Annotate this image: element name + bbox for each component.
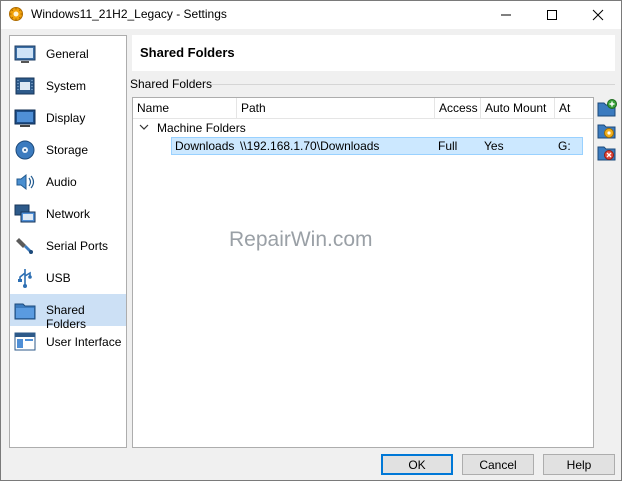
column-header-access[interactable]: Access [435,98,481,118]
shared-folders-tree[interactable]: Name Path Access Auto Mount At Machine F… [132,97,594,448]
add-folder-button[interactable] [597,98,617,118]
column-header-auto-mount[interactable]: Auto Mount [481,98,555,118]
sidebar-item-network[interactable]: Network [10,198,126,230]
sidebar-item-usb[interactable]: USB [10,262,126,294]
display-icon [14,107,36,129]
cell-path: \\192.168.1.70\Downloads [240,139,380,153]
settings-sidebar: General System Display Storage Audio Net… [9,35,127,448]
cell-name: Downloads [175,139,235,153]
sidebar-item-label: Display [46,111,86,125]
network-icon [14,203,36,225]
cancel-button[interactable]: Cancel [462,454,534,475]
column-header-path[interactable]: Path [237,98,435,118]
remove-folder-icon [597,146,616,161]
sidebar-item-display[interactable]: Display [10,102,126,134]
close-button[interactable] [575,1,621,29]
sidebar-item-label: Network [46,207,91,221]
sidebar-item-label: System [46,79,87,93]
page-header: Shared Folders [132,35,615,71]
system-icon [14,75,36,97]
sidebar-item-system[interactable]: System [10,70,126,102]
cell-auto-mount: Yes [484,139,504,153]
cell-at: G: [558,139,571,153]
table-row[interactable]: Downloads \\192.168.1.70\Downloads Full … [171,137,583,155]
sidebar-item-storage[interactable]: Storage [10,134,126,166]
column-header-name[interactable]: Name [133,98,237,118]
page-title: Shared Folders [140,45,235,60]
help-button[interactable]: Help [543,454,615,475]
sidebar-item-label: Storage [46,143,89,157]
minimize-button[interactable] [483,1,529,29]
virtualbox-app-icon [8,6,24,22]
sidebar-item-label: Serial Ports [46,239,109,253]
cell-access: Full [438,139,458,153]
sidebar-item-shared-folders[interactable]: Shared Folders [10,294,126,331]
edit-folder-icon [597,124,616,139]
title-bar[interactable]: Windows11_21H2_Legacy - Settings [1,1,621,29]
sidebar-item-label: USB [46,271,71,285]
settings-window: Windows11_21H2_Legacy - Settings General… [0,0,622,481]
chevron-down-icon[interactable] [139,122,149,135]
storage-icon [14,139,36,161]
sidebar-item-label: General [46,47,89,61]
add-folder-icon [597,99,617,117]
sidebar-item-label: Audio [46,175,77,189]
group-label: Shared Folders [130,77,213,91]
edit-folder-button[interactable] [597,120,617,140]
group-name: Machine Folders [157,121,246,135]
general-icon [14,43,36,65]
sidebar-item-serial-ports[interactable]: Serial Ports [10,230,126,262]
audio-icon [14,171,36,193]
maximize-button[interactable] [529,1,575,29]
tree-group-row[interactable]: Machine Folders [133,120,593,138]
sidebar-item-audio[interactable]: Audio [10,166,126,198]
user-interface-icon [14,331,36,353]
maximize-icon [547,10,557,20]
shared-folders-icon [14,299,36,321]
sidebar-item-user-interface[interactable]: User Interface [10,326,126,358]
serial-ports-icon [14,235,36,257]
sidebar-item-general[interactable]: General [10,38,126,70]
sidebar-item-label: User Interface [46,335,122,349]
watermark-text: RepairWin.com [229,228,373,251]
header-divider [133,118,593,119]
minimize-icon [501,14,511,16]
column-header-at[interactable]: At [555,98,593,118]
group-divider [211,84,615,85]
ok-button[interactable]: OK [381,454,453,475]
close-icon [592,9,604,21]
usb-icon [14,267,36,289]
window-title: Windows11_21H2_Legacy - Settings [31,7,227,21]
remove-folder-button[interactable] [597,142,617,162]
